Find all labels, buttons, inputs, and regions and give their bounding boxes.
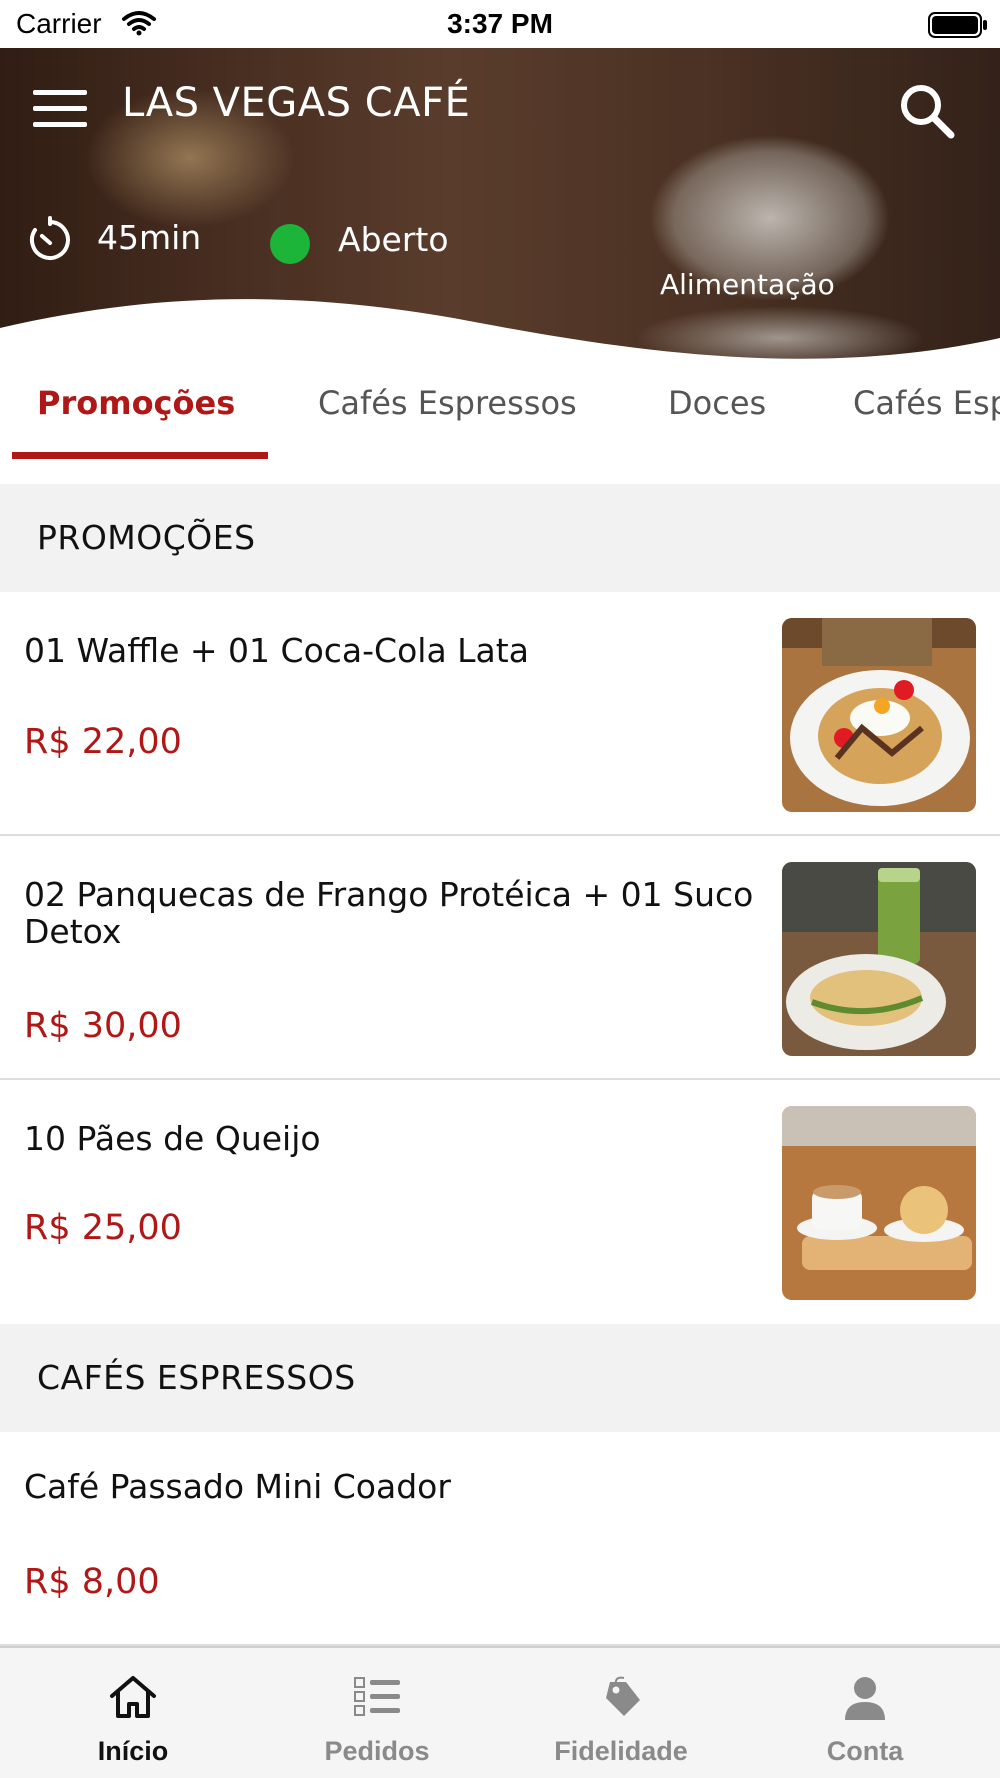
home-icon — [110, 1676, 156, 1718]
tab-doces[interactable]: Doces — [668, 384, 766, 422]
tab-cafes-espressos[interactable]: Cafés Espressos — [318, 384, 577, 422]
nav-label: Fidelidade — [554, 1736, 688, 1766]
delivery-time: 45min — [97, 218, 202, 257]
timer-icon — [29, 216, 70, 260]
item-name: 01 Waffle + 01 Coca-Cola Lata — [24, 631, 529, 670]
tab-cafes-especiais[interactable]: Cafés Especiais — [853, 384, 1000, 422]
category-tabs: Promoções Cafés Espressos Doces Cafés Es… — [0, 368, 1000, 464]
battery-icon — [928, 12, 987, 38]
tab-promocoes[interactable]: Promoções — [37, 384, 235, 422]
open-status-dot — [270, 224, 310, 264]
item-price: R$ 22,00 — [24, 722, 182, 762]
nav-inicio[interactable]: Início — [8, 1648, 258, 1778]
account-icon — [845, 1677, 885, 1720]
nav-label: Conta — [826, 1736, 904, 1766]
waffle-photo — [782, 618, 976, 812]
status-bar: Carrier 3:37 PM — [0, 0, 1000, 48]
search-icon[interactable] — [898, 82, 956, 140]
cheese-bread-coffee-photo — [782, 1106, 976, 1300]
section-title: PROMOÇÕES — [37, 518, 256, 557]
menu-item[interactable]: Café Passado Mini Coador R$ 8,00 — [0, 1432, 1000, 1646]
nav-conta[interactable]: Conta — [740, 1648, 990, 1778]
pancake-juice-photo — [782, 862, 976, 1056]
open-status-label: Aberto — [338, 220, 449, 259]
orders-list-icon — [354, 1677, 400, 1716]
store-title: LAS VEGAS CAFÉ — [122, 80, 471, 126]
item-price: R$ 25,00 — [24, 1208, 182, 1248]
store-category-label: Alimentação — [660, 268, 835, 301]
hamburger-menu-icon[interactable] — [33, 88, 87, 128]
menu-item[interactable]: 02 Panquecas de Frango Protéica + 01 Suc… — [0, 836, 1000, 1080]
item-name: 02 Panquecas de Frango Protéica + 01 Suc… — [24, 875, 754, 951]
item-price: R$ 30,00 — [24, 1006, 182, 1046]
nav-label: Pedidos — [324, 1736, 430, 1766]
menu-item[interactable]: 10 Pães de Queijo R$ 25,00 — [0, 1080, 1000, 1324]
item-name: Café Passado Mini Coador — [24, 1467, 451, 1506]
nav-fidelidade[interactable]: Fidelidade — [496, 1648, 746, 1778]
nav-pedidos[interactable]: Pedidos — [252, 1648, 502, 1778]
header-wave-divider — [0, 299, 1000, 368]
item-price: R$ 8,00 — [24, 1562, 160, 1602]
section-header: PROMOÇÕES — [0, 484, 1000, 592]
menu-item[interactable]: 01 Waffle + 01 Coca-Cola Lata R$ 22,00 — [0, 592, 1000, 836]
active-tab-indicator — [12, 452, 268, 459]
clock-time: 3:37 PM — [447, 8, 553, 39]
item-name: 10 Pães de Queijo — [24, 1119, 321, 1158]
bottom-tab-bar: Início Pedidos Fidelidade Conta — [0, 1646, 1000, 1778]
section-header: CAFÉS ESPRESSOS — [0, 1324, 1000, 1432]
loyalty-tag-icon — [606, 1676, 640, 1716]
section-title: CAFÉS ESPRESSOS — [37, 1358, 356, 1397]
nav-label: Início — [97, 1736, 169, 1766]
store-header-banner: LAS VEGAS CAFÉ 45min Aberto Alimentação — [0, 48, 1000, 368]
